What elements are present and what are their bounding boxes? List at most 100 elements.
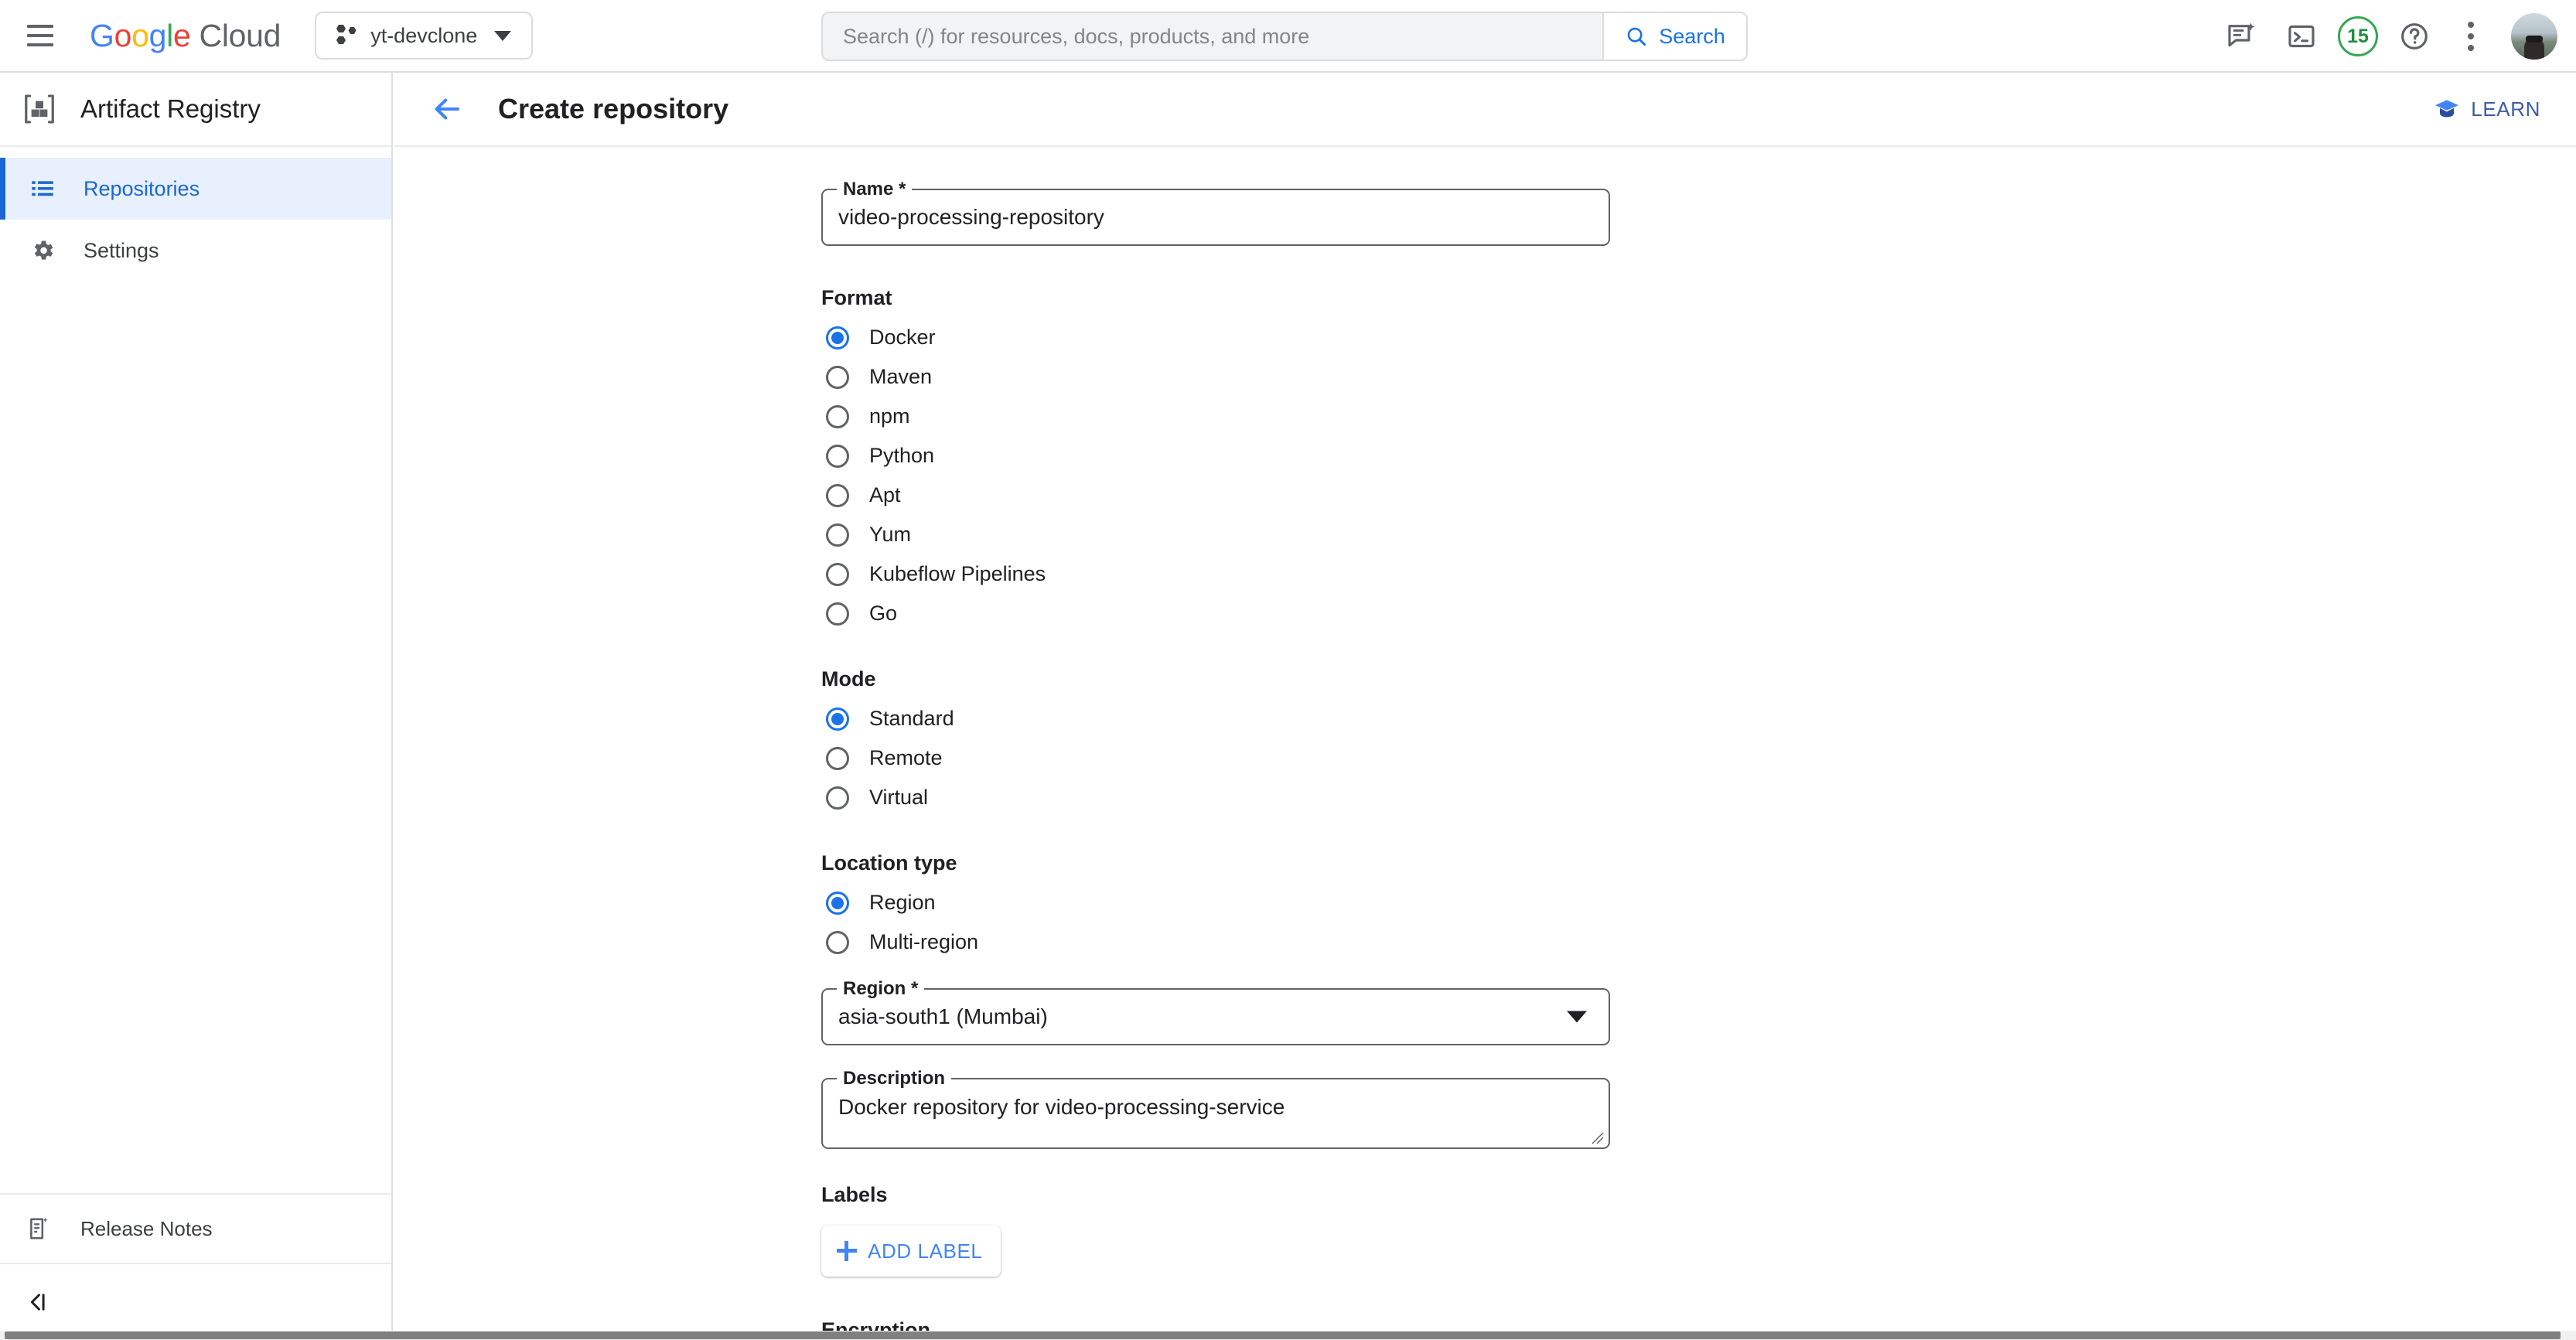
- description-field-label: Description: [837, 1067, 951, 1090]
- radio-label: Yum: [869, 523, 911, 547]
- user-avatar[interactable]: [2511, 13, 2557, 60]
- radio-button-icon: [826, 892, 849, 915]
- radio-button-icon: [826, 747, 849, 770]
- horizontal-scrollbar-track[interactable]: [0, 1331, 2576, 1340]
- chevron-down-icon: [494, 31, 511, 41]
- radio-label: Kubeflow Pipelines: [869, 562, 1046, 586]
- radio-label: Docker: [869, 326, 936, 349]
- release-notes-label: Release Notes: [80, 1217, 213, 1241]
- format-radio-group: Docker Maven npm Python Apt Yum: [821, 318, 2576, 633]
- sidebar-item-label: Settings: [84, 239, 159, 263]
- region-select[interactable]: Region * asia-south1 (Mumbai): [821, 988, 1610, 1045]
- textarea-resize-handle[interactable]: [1587, 1127, 1604, 1144]
- radio-label: Standard: [869, 707, 954, 731]
- project-selector[interactable]: yt-devclone: [315, 12, 533, 60]
- sidebar-footer: Release Notes: [0, 1193, 391, 1340]
- radio-mode-virtual[interactable]: Virtual: [821, 778, 2576, 817]
- radio-format-go[interactable]: Go: [821, 594, 2576, 633]
- radio-button-icon: [826, 602, 849, 626]
- product-header: Artifact Registry: [0, 73, 391, 147]
- radio-label: Multi-region: [869, 930, 978, 954]
- radio-label: Apt: [869, 483, 901, 507]
- mode-group-title: Mode: [821, 667, 2576, 691]
- radio-mode-remote[interactable]: Remote: [821, 738, 2576, 778]
- search-input[interactable]: [823, 13, 1602, 60]
- description-field[interactable]: Description Docker repository for video-…: [821, 1078, 1610, 1149]
- release-notes-icon: [26, 1216, 53, 1242]
- radio-label: Maven: [869, 365, 932, 389]
- radio-button-icon: [826, 445, 849, 468]
- radio-label: Python: [869, 444, 934, 468]
- location-type-group-title: Location type: [821, 851, 2576, 875]
- description-field-value: Docker repository for video-processing-s…: [838, 1095, 1285, 1120]
- main-content: Create repository LEARN Name * video-pro…: [394, 73, 2576, 1340]
- format-group-title: Format: [821, 286, 2576, 310]
- add-label-button-label: ADD LABEL: [868, 1239, 982, 1263]
- radio-button-icon: [826, 366, 849, 389]
- cloud-shell-terminal-icon[interactable]: [2277, 12, 2325, 60]
- more-vertical-icon[interactable]: [2451, 12, 2491, 60]
- sidebar-item-label: Repositories: [84, 177, 200, 201]
- radio-format-docker[interactable]: Docker: [821, 318, 2576, 357]
- region-field-value: asia-south1 (Mumbai): [838, 1004, 1048, 1029]
- sidebar-item-settings[interactable]: Settings: [0, 220, 391, 281]
- radio-label: npm: [869, 404, 910, 428]
- radio-button-icon: [826, 484, 849, 507]
- radio-mode-standard[interactable]: Standard: [821, 699, 2576, 738]
- radio-label: Go: [869, 602, 897, 626]
- sidebar-item-repositories[interactable]: Repositories: [0, 158, 391, 220]
- product-title: Artifact Registry: [80, 94, 261, 124]
- region-field-label: Region *: [837, 977, 924, 1001]
- radio-button-icon: [826, 786, 849, 810]
- chevron-down-icon: [1567, 1011, 1587, 1023]
- page-header: Create repository LEARN: [394, 73, 2576, 147]
- graduation-cap-icon: [2434, 97, 2460, 121]
- name-field[interactable]: Name * video-processing-repository: [821, 189, 1610, 246]
- radio-label: Virtual: [869, 786, 928, 810]
- radio-format-npm[interactable]: npm: [821, 397, 2576, 436]
- collapse-sidebar-button[interactable]: [0, 1264, 391, 1340]
- plus-icon: [837, 1241, 857, 1261]
- help-question-icon[interactable]: [2390, 12, 2438, 60]
- artifact-registry-cubes-icon: [22, 91, 57, 127]
- radio-location-region[interactable]: Region: [821, 883, 2576, 922]
- sidebar-nav: Repositories Settings: [0, 147, 391, 281]
- top-app-bar: Google Cloud yt-devclone Search: [0, 0, 2576, 73]
- radio-button-icon: [826, 405, 849, 428]
- radio-format-maven[interactable]: Maven: [821, 357, 2576, 397]
- project-hexagon-icon: [332, 24, 358, 47]
- learn-button[interactable]: LEARN: [2434, 97, 2540, 121]
- search-button[interactable]: Search: [1602, 13, 1746, 60]
- mode-radio-group: Standard Remote Virtual: [821, 699, 2576, 817]
- radio-format-kubeflow-pipelines[interactable]: Kubeflow Pipelines: [821, 554, 2576, 594]
- horizontal-scrollbar-thumb[interactable]: [5, 1331, 2561, 1339]
- hamburger-menu-icon[interactable]: [20, 15, 60, 56]
- list-icon: [29, 176, 56, 202]
- name-field-value: video-processing-repository: [838, 205, 1104, 230]
- name-field-label: Name *: [837, 178, 912, 201]
- add-label-button[interactable]: ADD LABEL: [821, 1226, 1001, 1277]
- radio-button-icon: [826, 523, 849, 547]
- radio-format-apt[interactable]: Apt: [821, 476, 2576, 515]
- back-arrow-icon[interactable]: [427, 89, 467, 129]
- search-button-label: Search: [1659, 25, 1725, 49]
- learn-button-label: LEARN: [2471, 97, 2540, 121]
- global-search[interactable]: Search: [821, 12, 1748, 61]
- radio-format-python[interactable]: Python: [821, 436, 2576, 476]
- location-type-radio-group: Region Multi-region: [821, 883, 2576, 962]
- project-name: yt-devclone: [370, 24, 477, 48]
- create-repository-form: Name * video-processing-repository Forma…: [394, 147, 2576, 1340]
- radio-button-icon: [826, 708, 849, 731]
- gemini-chat-icon[interactable]: [2217, 12, 2265, 60]
- radio-format-yum[interactable]: Yum: [821, 515, 2576, 554]
- labels-group-title: Labels: [821, 1183, 2576, 1207]
- radio-button-icon: [826, 326, 849, 349]
- radio-label: Region: [869, 891, 936, 915]
- google-cloud-logo[interactable]: Google Cloud: [90, 18, 281, 54]
- product-sidebar: Artifact Registry Repositories: [0, 73, 393, 1340]
- radio-button-icon: [826, 931, 849, 954]
- collapse-panel-icon: [25, 1289, 51, 1315]
- release-notes-link[interactable]: Release Notes: [0, 1193, 391, 1264]
- free-trial-credits-badge[interactable]: 15: [2338, 16, 2378, 56]
- radio-location-multi-region[interactable]: Multi-region: [821, 922, 2576, 962]
